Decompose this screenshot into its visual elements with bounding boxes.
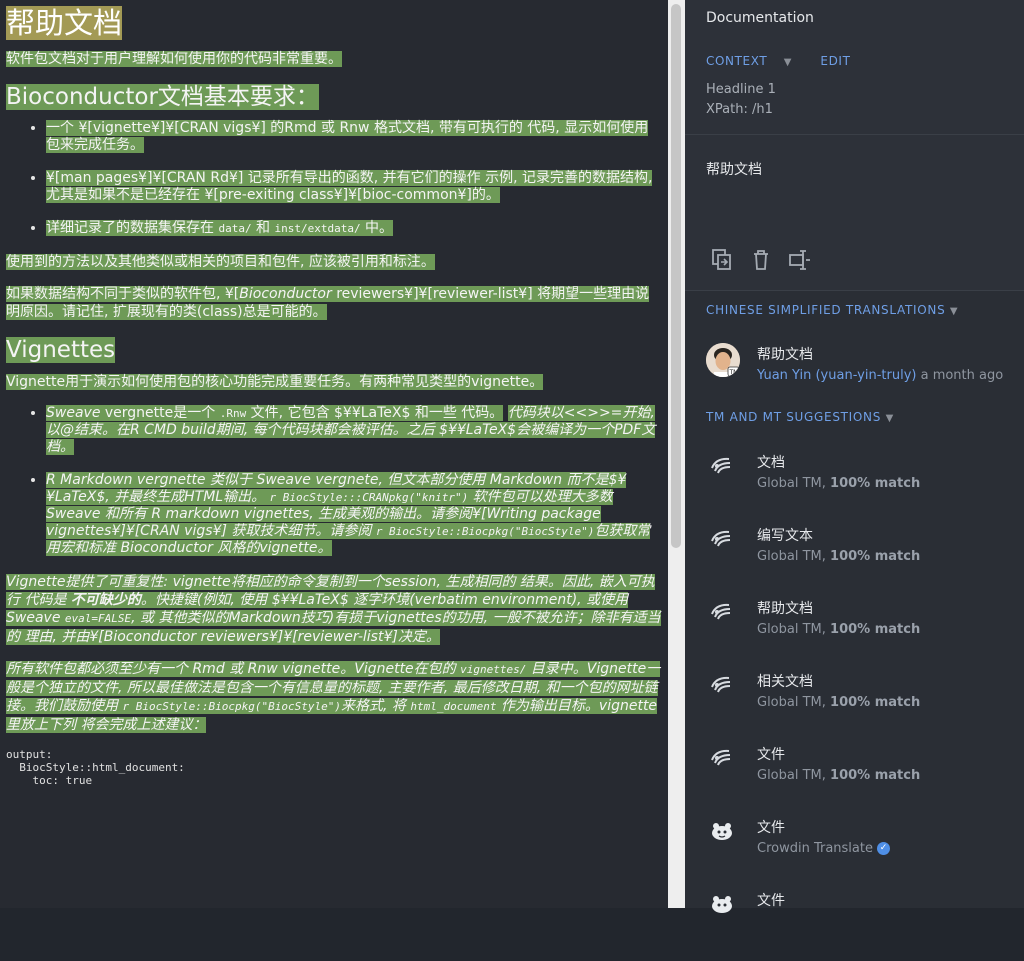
list-item[interactable]: 一个 ¥[vignette¥]¥[CRAN vigs¥] 的Rmd 或 Rnw … [46, 120, 662, 154]
context-tab[interactable]: CONTEXT ▼ [706, 54, 804, 68]
source-string: 帮助文档 [706, 162, 762, 178]
doc-title[interactable]: 帮助文档 [6, 0, 662, 42]
suggestion-source: Global TM, 100% match [757, 768, 921, 783]
heading-requirements[interactable]: Bioconductor文档基本要求： [6, 82, 662, 112]
copy-source-icon[interactable] [710, 248, 734, 272]
context-type: Headline 1 [706, 82, 776, 97]
suggestion-text: 文档 [757, 455, 785, 471]
list-item[interactable]: ¥[man pages¥]¥[CRAN Rd¥] 记录所有导出的函数, 并有它们… [46, 170, 662, 204]
paragraph-structure[interactable]: 如果数据结构不同于类似的软件包, ¥[Bioconductor reviewer… [6, 285, 662, 321]
paragraph-cite[interactable]: 使用到的方法以及其他类似或相关的项目和包件, 应该被引用和标注。 [6, 253, 662, 271]
svg-text:TM: TM [729, 369, 739, 376]
suggestion-item[interactable]: 文档 Global TM, 100% match [685, 450, 1024, 523]
doc-intro[interactable]: 软件包文档对于用户理解如何使用你的代码非常重要。 [6, 50, 662, 68]
context-info: Headline 1 XPath: /h1 [706, 80, 776, 120]
code-block[interactable]: output: BiocStyle::html_document: toc: t… [6, 748, 662, 787]
paragraph-all-packages[interactable]: 所有软件包都必须至少有一个 Rmd 或 Rnw vignette。Vignett… [6, 660, 662, 734]
suggestion-item[interactable]: 编写文本 Global TM, 100% match [685, 523, 1024, 596]
translation-time: a month ago [920, 368, 1004, 383]
chevron-down-icon: ▼ [949, 306, 959, 317]
suggestion-item[interactable]: 文件 [685, 888, 1024, 961]
crowdin-translate-icon [712, 823, 732, 840]
context-xpath: XPath: /h1 [706, 102, 773, 117]
chevron-down-icon: ▼ [783, 57, 792, 68]
crowdin-translate-icon [712, 896, 732, 913]
suggestion-source: Crowdin Translate ✓ [757, 841, 890, 856]
avatar[interactable]: TM [706, 343, 740, 377]
translation-text[interactable]: 帮助文档 [757, 344, 813, 364]
user-avatar-icon: TM [706, 343, 740, 377]
list-item[interactable]: Sweave vergnette是一个 .Rnw 文件, 它包含 $¥¥LaTe… [46, 405, 662, 456]
split-icon[interactable] [788, 248, 812, 272]
list-item[interactable]: R Markdown vergnette 类似于 Sweave vergnete… [46, 472, 662, 557]
divider [685, 290, 1024, 291]
global-tm-icon [711, 603, 731, 620]
suggestion-text: 编写文本 [757, 528, 813, 544]
paragraph-vignette-intro[interactable]: Vignette用于演示如何使用包的核心功能完成重要任务。有两种常见类型的vig… [6, 373, 662, 391]
sidebar: Documentation CONTEXT ▼ EDIT Headline 1 … [685, 0, 1024, 913]
heading-vignettes[interactable]: Vignettes [6, 335, 662, 365]
translator-link[interactable]: Yuan Yin (yuan-yin-truly) [757, 368, 916, 383]
suggestion-source: Global TM, 100% match [757, 549, 921, 564]
translation-meta: Yuan Yin (yuan-yin-truly) a month ago [757, 368, 1003, 383]
suggestions-heading[interactable]: TM AND MT SUGGESTIONS ▼ [706, 410, 894, 424]
chevron-down-icon: ▼ [885, 413, 894, 424]
delete-icon[interactable] [749, 248, 773, 272]
suggestion-item[interactable]: 文件 Global TM, 100% match [685, 742, 1024, 815]
suggestion-item[interactable]: 文件 Crowdin Translate ✓ [685, 815, 1024, 888]
requirements-list: 一个 ¥[vignette¥]¥[CRAN vigs¥] 的Rmd 或 Rnw … [6, 120, 662, 237]
global-tm-icon [711, 749, 731, 766]
suggestion-text: 帮助文档 [757, 601, 813, 617]
sidebar-title: Documentation [706, 10, 814, 26]
paragraph-reproducibility[interactable]: Vignette提供了可重复性: vignette将相应的命令复制到一个sess… [6, 573, 662, 646]
global-tm-icon [711, 676, 731, 693]
suggestion-source: Global TM, 100% match [757, 622, 921, 637]
edit-context-button[interactable]: EDIT [820, 54, 850, 68]
suggestion-text: 文件 [757, 820, 785, 836]
suggestion-item[interactable]: 帮助文档 Global TM, 100% match [685, 596, 1024, 669]
suggestion-text: 文件 [757, 747, 785, 763]
global-tm-icon [711, 530, 731, 547]
suggestion-source: Global TM, 100% match [757, 695, 921, 710]
suggestion-text: 相关文档 [757, 674, 813, 690]
suggestion-source: Global TM, 100% match [757, 476, 921, 491]
translations-heading[interactable]: CHINESE SIMPLIFIED TRANSLATIONS ▼ [706, 303, 958, 317]
context-bar: CONTEXT ▼ EDIT [706, 54, 863, 68]
source-panel [685, 0, 1024, 290]
scrollbar-thumb[interactable] [671, 4, 681, 548]
divider [685, 134, 1024, 135]
suggestion-text: 文件 [757, 893, 785, 909]
document-preview: 帮助文档 软件包文档对于用户理解如何使用你的代码非常重要。 Bioconduct… [0, 0, 668, 908]
vignette-list: Sweave vergnette是一个 .Rnw 文件, 它包含 $¥¥LaTe… [6, 405, 662, 557]
suggestion-item[interactable]: 相关文档 Global TM, 100% match [685, 669, 1024, 742]
global-tm-icon [711, 457, 731, 474]
verified-check-icon: ✓ [876, 842, 890, 855]
list-item[interactable]: 详细记录了的数据集保存在 data/ 和 inst/extdata/ 中。 [46, 220, 662, 237]
